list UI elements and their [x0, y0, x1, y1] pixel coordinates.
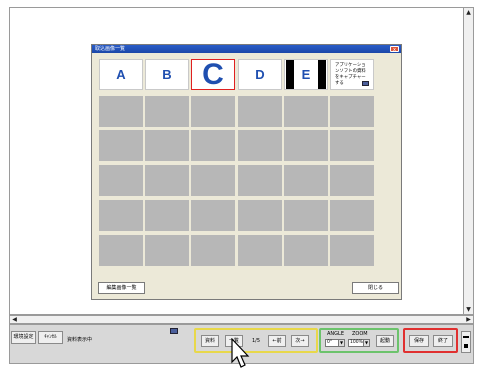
prev-button[interactable]: ←前 — [268, 335, 286, 347]
empty-slot[interactable] — [191, 130, 235, 161]
scroll-down-arrow-icon[interactable]: ▼ — [464, 305, 473, 314]
material-group: 資料 一覧 1/5 ←前 次→ — [194, 328, 318, 353]
empty-slot[interactable] — [145, 165, 189, 196]
next-button[interactable]: 次→ — [291, 335, 309, 347]
save-button[interactable]: 保存 — [409, 335, 429, 347]
scroll-left-arrow-icon[interactable]: ◀ — [10, 316, 19, 323]
square-icon — [464, 344, 468, 348]
save-exit-group: 保存 終了 — [403, 328, 458, 353]
empty-slot[interactable] — [330, 96, 374, 127]
minus-icon — [463, 336, 469, 338]
empty-slot[interactable] — [99, 165, 143, 196]
camera-icon[interactable] — [170, 328, 178, 334]
empty-slot[interactable] — [330, 165, 374, 196]
scroll-up-arrow-icon[interactable]: ▲ — [464, 8, 473, 17]
empty-slot[interactable] — [191, 96, 235, 127]
image-list-dialog: 取込画像一覧 x A B C D E アプリケーションソフトの資料をキャプチャー… — [91, 44, 402, 300]
empty-slot[interactable] — [238, 235, 282, 266]
empty-slot[interactable] — [238, 200, 282, 231]
empty-slot[interactable] — [191, 165, 235, 196]
dialog-close-button[interactable]: x — [390, 46, 399, 53]
zoom-value: 100% — [350, 340, 363, 345]
zoom-label: ZOOM — [352, 331, 368, 337]
start-button[interactable]: 起動 — [376, 335, 394, 347]
mouse-cursor-icon — [231, 338, 250, 368]
empty-slot[interactable] — [284, 130, 328, 161]
empty-slot[interactable] — [145, 130, 189, 161]
thumbnail-b[interactable]: B — [145, 59, 189, 90]
empty-slot[interactable] — [145, 96, 189, 127]
chevron-down-icon[interactable]: ▼ — [363, 340, 369, 346]
status-text: 資料表示中 — [67, 337, 93, 343]
thumbnail-c-selected[interactable]: C — [191, 57, 235, 91]
empty-slot[interactable] — [330, 200, 374, 231]
scroll-right-arrow-icon[interactable]: ▶ — [464, 316, 473, 323]
thumbnail-letter: A — [116, 67, 126, 82]
edit-image-list-button[interactable]: 編集画像一覧 — [98, 282, 145, 294]
empty-slot[interactable] — [99, 200, 143, 231]
empty-slot[interactable] — [145, 200, 189, 231]
empty-slot[interactable] — [191, 200, 235, 231]
empty-slot[interactable] — [284, 200, 328, 231]
horizontal-scrollbar[interactable]: ◀ ▶ — [9, 315, 474, 324]
dialog-close-text-button[interactable]: 閉じる — [352, 282, 399, 294]
thumbnail-letter: E — [301, 67, 311, 82]
angle-value: 0° — [327, 340, 333, 345]
angle-zoom-group: ANGLE ZOOM 0° ▼ 100% ▼ 起動 — [319, 328, 399, 353]
empty-slot[interactable] — [145, 235, 189, 266]
camera-icon — [362, 81, 369, 86]
thumbnail-letter: D — [255, 67, 265, 82]
settings-button[interactable]: 環境設定 — [11, 331, 36, 344]
empty-slot[interactable] — [330, 235, 374, 266]
empty-slot[interactable] — [330, 130, 374, 161]
exit-button[interactable]: 終了 — [433, 335, 453, 347]
empty-slot[interactable] — [238, 130, 282, 161]
black-bar — [318, 60, 326, 89]
black-bar — [286, 60, 294, 89]
thumbnail-d[interactable]: D — [238, 59, 282, 90]
capture-app-tile[interactable]: アプリケーションソフトの資料をキャプチャーする — [330, 59, 374, 90]
thumbnail-e[interactable]: E — [284, 59, 328, 90]
vertical-scrollbar[interactable]: ▲ ▼ — [464, 7, 474, 315]
zoom-select[interactable]: 100% ▼ — [348, 339, 370, 347]
empty-slot[interactable] — [99, 96, 143, 127]
dialog-title: 取込画像一覧 — [92, 45, 401, 53]
empty-slot[interactable] — [191, 235, 235, 266]
material-button[interactable]: 資料 — [201, 335, 219, 347]
empty-slot[interactable] — [99, 130, 143, 161]
panel-toggle-button[interactable] — [461, 331, 471, 353]
empty-slot[interactable] — [284, 235, 328, 266]
empty-slot[interactable] — [238, 165, 282, 196]
angle-select[interactable]: 0° ▼ — [325, 339, 345, 347]
angle-label: ANGLE — [327, 331, 344, 337]
empty-slot[interactable] — [99, 235, 143, 266]
chevron-down-icon[interactable]: ▼ — [338, 340, 344, 346]
empty-slot[interactable] — [238, 96, 282, 127]
thumbnail-letter: C — [202, 57, 224, 91]
empty-slot[interactable] — [284, 165, 328, 196]
cancel-button[interactable]: ｷｬﾝｾﾙ — [38, 331, 63, 344]
thumbnail-a[interactable]: A — [99, 59, 143, 90]
thumbnail-letter: B — [162, 67, 172, 82]
empty-slot[interactable] — [284, 96, 328, 127]
